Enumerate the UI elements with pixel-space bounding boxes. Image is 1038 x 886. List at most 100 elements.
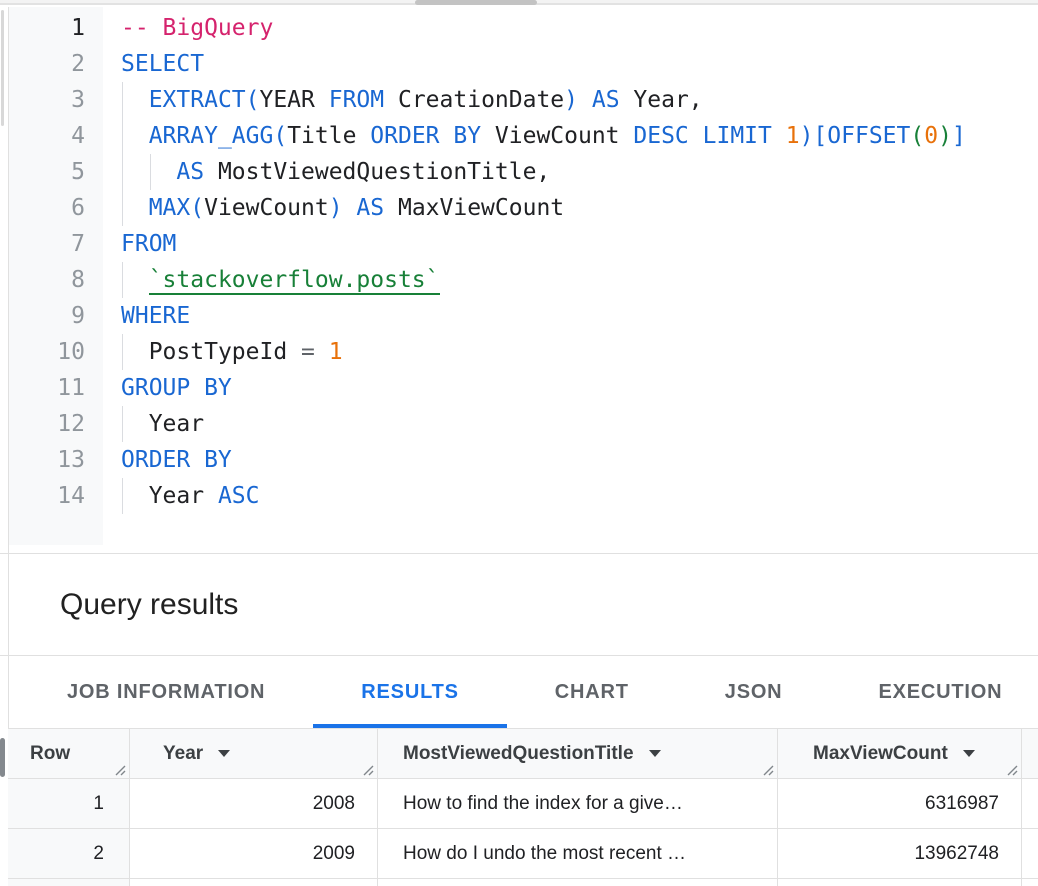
indent-spaces <box>121 339 149 365</box>
code-token: )[OFFSET <box>800 123 911 149</box>
table-row: 12008How to find the index for a give…63… <box>8 779 1038 829</box>
tab-job-information[interactable]: JOB INFORMATION <box>19 656 313 728</box>
code-token: = <box>301 339 329 365</box>
code-text: ORDER BY <box>85 442 1038 478</box>
code-token: FROM <box>121 231 176 257</box>
line-number: 8 <box>9 262 85 298</box>
tab-label: JSON <box>725 681 783 704</box>
results-scrollbar-thumb[interactable] <box>0 738 5 777</box>
data-cell: 6316987 <box>778 779 1022 828</box>
code-token: ) <box>938 123 952 149</box>
code-line[interactable]: 10 PostTypeId = 1 <box>9 334 1038 370</box>
indent-guide <box>122 262 123 298</box>
code-text: AS MostViewedQuestionTitle, <box>85 154 1038 190</box>
tab-chart[interactable]: CHART <box>507 656 677 728</box>
indent-spaces <box>121 123 149 149</box>
indent-spaces <box>121 411 149 437</box>
code-token: MAX( <box>149 195 204 221</box>
data-cell-spacer <box>1022 779 1038 828</box>
code-line[interactable]: 2 SELECT <box>9 46 1038 82</box>
horizontal-scrollbar[interactable] <box>0 0 1038 5</box>
line-number: 1 <box>9 10 85 46</box>
code-token: ORDER BY <box>121 447 232 473</box>
column-resize-grip-icon[interactable] <box>1005 763 1018 776</box>
code-line[interactable]: 12 Year <box>9 406 1038 442</box>
header-cell-year: Year <box>130 729 378 778</box>
data-cell: How do I undo the most recent … <box>378 829 778 878</box>
code-line[interactable]: 7FROM <box>9 226 1038 262</box>
data-cell: 2009 <box>130 829 378 878</box>
bigquery-editor-page: 1-- BigQuery2 SELECT 3 EXTRACT(YEAR FROM C… <box>0 0 1038 886</box>
line-number: 11 <box>9 370 85 406</box>
code-line[interactable]: 8 `stackoverflow.posts` <box>9 262 1038 298</box>
query-results-title: Query results <box>60 588 238 622</box>
line-number: 9 <box>9 298 85 334</box>
indent-spaces <box>121 87 149 113</box>
header-cell-maxviewcount: MaxViewCount <box>778 729 1022 778</box>
code-token: ] <box>952 123 966 149</box>
data-cell <box>378 879 778 886</box>
indent-guide <box>150 154 151 190</box>
code-token: ASC <box>218 483 260 509</box>
code-token: ARRAY_AGG( <box>149 123 287 149</box>
column-resize-grip-icon[interactable] <box>113 763 126 776</box>
code-token: MaxViewCount <box>398 195 564 221</box>
table-reference-link[interactable]: `stackoverflow.posts` <box>149 267 440 295</box>
code-token: SELECT <box>121 51 204 77</box>
line-number: 5 <box>9 154 85 190</box>
editor-scrollbar-thumb[interactable] <box>1 10 4 126</box>
tab-results[interactable]: RESULTS <box>313 656 506 728</box>
indent-guide <box>122 406 123 442</box>
sql-code-editor[interactable]: 1-- BigQuery2 SELECT 3 EXTRACT(YEAR FROM C… <box>9 7 1038 553</box>
line-number: 6 <box>9 190 85 226</box>
code-text: MAX(ViewCount) AS MaxViewCount <box>85 190 1038 226</box>
code-token: Year <box>149 483 218 509</box>
code-text: Year ASC <box>85 478 1038 514</box>
indent-guide <box>122 154 123 190</box>
code-line[interactable]: 9WHERE <box>9 298 1038 334</box>
code-token: PostTypeId <box>149 339 301 365</box>
tab-json[interactable]: JSON <box>677 656 831 728</box>
code-text: ARRAY_AGG(Title ORDER BY ViewCount DESC … <box>85 118 1038 154</box>
sort-dropdown-icon[interactable] <box>218 750 230 757</box>
code-line[interactable]: 13 ORDER BY <box>9 442 1038 478</box>
code-line[interactable]: 5 AS MostViewedQuestionTitle, <box>9 154 1038 190</box>
tab-execution[interactable]: EXECUTION <box>830 656 1038 728</box>
code-line[interactable]: 14 Year ASC <box>9 478 1038 514</box>
code-token: ViewCount <box>204 195 329 221</box>
code-token: CreationDate <box>398 87 564 113</box>
indent-guide <box>122 478 123 514</box>
code-token: ) AS <box>564 87 633 113</box>
code-line[interactable]: 6 MAX(ViewCount) AS MaxViewCount <box>9 190 1038 226</box>
data-cell-spacer <box>1022 829 1038 878</box>
data-cell-spacer <box>1022 879 1038 886</box>
results-table-header: RowYearMostViewedQuestionTitleMaxViewCou… <box>8 729 1038 779</box>
table-row: 22009How do I undo the most recent …1396… <box>8 829 1038 879</box>
code-line[interactable]: 4 ARRAY_AGG(Title ORDER BY ViewCount DES… <box>9 118 1038 154</box>
horizontal-scrollbar-thumb[interactable] <box>415 0 537 5</box>
code-line[interactable]: 11GROUP BY <box>9 370 1038 406</box>
indent-guide <box>122 82 123 118</box>
data-cell: 2008 <box>130 779 378 828</box>
column-label: MostViewedQuestionTitle <box>403 743 634 765</box>
sort-dropdown-icon[interactable] <box>649 750 661 757</box>
sort-dropdown-icon[interactable] <box>963 750 975 757</box>
tab-label: CHART <box>555 681 629 704</box>
code-token: Title <box>287 123 370 149</box>
table-row-partial <box>8 879 1038 886</box>
code-token: YEAR <box>259 87 328 113</box>
line-number: 2 <box>9 46 85 82</box>
indent-spaces <box>121 483 149 509</box>
line-number: 13 <box>9 442 85 478</box>
tab-label: JOB INFORMATION <box>67 681 265 704</box>
code-line[interactable]: 3 EXTRACT(YEAR FROM CreationDate) AS Yea… <box>9 82 1038 118</box>
results-table-body: 12008How to find the index for a give…63… <box>8 779 1038 886</box>
column-resize-grip-icon[interactable] <box>361 763 374 776</box>
code-line[interactable]: 1-- BigQuery <box>9 10 1038 46</box>
column-resize-grip-icon[interactable] <box>761 763 774 776</box>
header-cell-mostviewedquestiontitle: MostViewedQuestionTitle <box>378 729 778 778</box>
code-text: EXTRACT(YEAR FROM CreationDate) AS Year, <box>85 82 1038 118</box>
code-text: Year <box>85 406 1038 442</box>
code-token: 1 <box>329 339 343 365</box>
code-text: SELECT <box>85 46 1038 82</box>
